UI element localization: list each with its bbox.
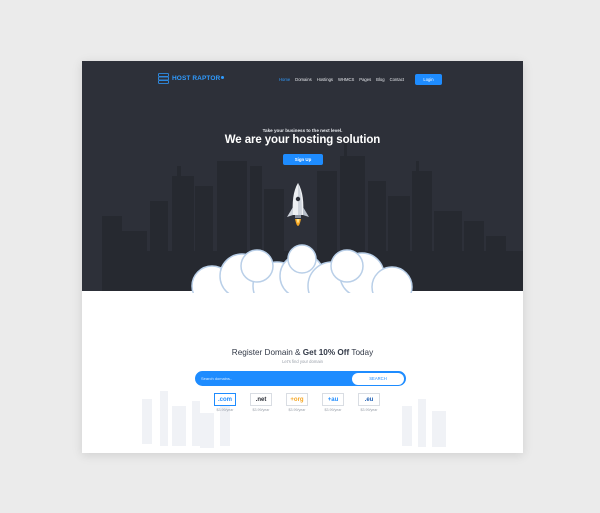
main-menu: Home Domains Hostings WHMCS Pages Blog C… bbox=[279, 77, 404, 82]
brand-name: HOST RAPTOR bbox=[172, 75, 221, 82]
rocket-illustration bbox=[287, 183, 309, 226]
tld-badge: +au bbox=[322, 393, 344, 406]
signup-button[interactable]: Sign Up bbox=[283, 154, 323, 165]
login-button[interactable]: Login bbox=[415, 74, 442, 85]
nav-item-hostings[interactable]: Hostings bbox=[317, 77, 333, 82]
register-domain-subtitle: Let's find your domain bbox=[282, 359, 323, 364]
nav-item-pages[interactable]: Pages bbox=[359, 77, 371, 82]
tld-price: $3.99/year bbox=[288, 408, 306, 412]
tld-item-org[interactable]: +org $3.99/year bbox=[286, 393, 310, 412]
hero-headline: We are your hosting solution bbox=[224, 134, 381, 146]
tld-list: .com $3.99/year .net $3.99/year +org $3.… bbox=[214, 393, 394, 417]
tld-price: $3.99/year bbox=[324, 408, 342, 412]
tld-badge: .net bbox=[250, 393, 272, 406]
domain-search-input[interactable] bbox=[201, 374, 349, 383]
register-title-end: Today bbox=[349, 348, 374, 357]
tld-badge: .com bbox=[214, 393, 236, 406]
nav-item-home[interactable]: Home bbox=[279, 77, 290, 82]
tld-item-eu[interactable]: .eu $3.99/year bbox=[358, 393, 382, 412]
domain-search-bar: SEARCH bbox=[195, 371, 406, 386]
brand-logo[interactable]: HOST RAPTOR bbox=[158, 73, 225, 84]
nav-item-domains[interactable]: Domains bbox=[295, 77, 312, 82]
top-navigation: HOST RAPTOR Home Domains Hostings WHMCS … bbox=[82, 61, 523, 101]
register-title-highlight: Get 10% Off bbox=[302, 348, 350, 357]
hero-tagline: Take your business to the next level. bbox=[262, 128, 343, 133]
tld-badge: +org bbox=[286, 393, 308, 406]
nav-item-contact[interactable]: Contact bbox=[390, 77, 404, 82]
tld-price: $3.99/year bbox=[252, 408, 270, 412]
register-title-text: Register Domain & bbox=[231, 348, 303, 357]
tld-item-net[interactable]: .net $3.99/year bbox=[250, 393, 274, 412]
tld-item-au[interactable]: +au $3.99/year bbox=[322, 393, 346, 412]
nav-item-whmcs[interactable]: WHMCS bbox=[338, 77, 354, 82]
brand-dot bbox=[221, 75, 225, 79]
tld-price: $3.99/year bbox=[360, 408, 378, 412]
page-frame: HOST RAPTOR Home Domains Hostings WHMCS … bbox=[82, 61, 523, 453]
server-stack-icon bbox=[158, 73, 169, 84]
tld-item-com[interactable]: .com $3.99/year bbox=[214, 393, 238, 412]
domain-search-button[interactable]: SEARCH bbox=[352, 372, 404, 385]
tld-badge: .eu bbox=[358, 393, 380, 406]
nav-item-blog[interactable]: Blog bbox=[376, 77, 384, 82]
tld-price: $3.99/year bbox=[216, 408, 234, 412]
register-domain-heading: Register Domain & Get 10% Off Today bbox=[82, 348, 523, 357]
